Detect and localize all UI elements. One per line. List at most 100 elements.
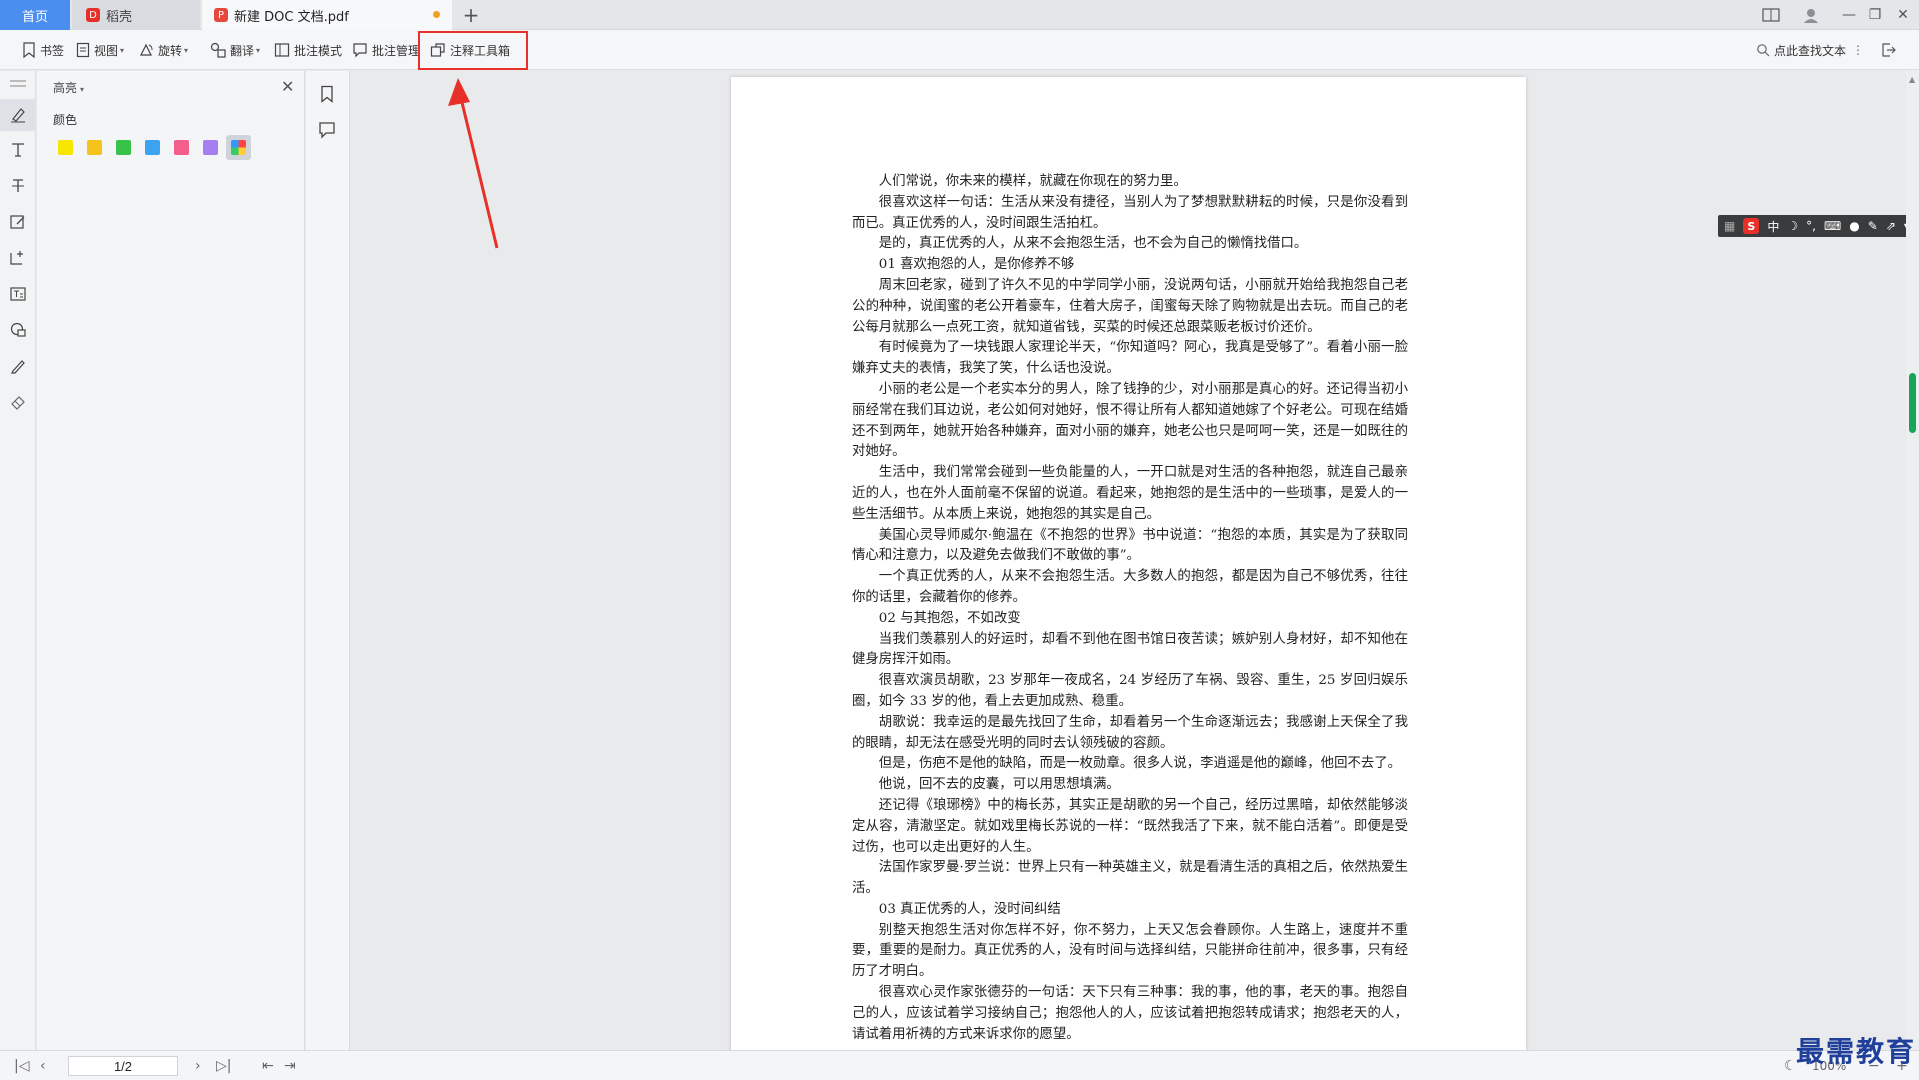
ime-keyboard-icon[interactable]: ⌨ [1824, 219, 1841, 233]
ime-punct-icon[interactable]: °, [1806, 219, 1816, 233]
color-label: 颜色 [53, 113, 78, 127]
page-text: 人们常说，你未来的模样，就藏在你现在的努力里。很喜欢这样一句话：生活从来没有捷径… [852, 172, 1408, 1045]
note-tool-icon[interactable] [8, 212, 28, 232]
ime-mode-label[interactable]: 中 [1767, 218, 1779, 235]
palette-icon [231, 140, 246, 155]
red-arrow-annotation [448, 78, 499, 249]
annotate-manage-button[interactable]: 批注管理 [352, 30, 420, 70]
vertical-scrollbar[interactable]: ▲ [1906, 71, 1919, 1050]
pen-tool-icon[interactable] [8, 356, 28, 376]
rotate-icon [140, 43, 153, 56]
paragraph: 他说，回不去的皮囊，可以用思想填满。 [878, 777, 1120, 793]
page-layout-icon[interactable] [1758, 2, 1784, 28]
panel-title-dropdown[interactable]: 高亮 ▾ [53, 79, 84, 96]
view-icon [76, 42, 90, 58]
first-page-icon[interactable]: |◁ [14, 1051, 29, 1080]
annotate-mode-icon [274, 43, 290, 57]
highlight-callout-box [418, 31, 528, 70]
back-icon[interactable]: ⇤ [262, 1051, 274, 1080]
paragraph: 还记得《琅琊榜》中的梅长苏，其实正是胡歌的另一个自己，经历过黑暗，却依然能够淡定… [852, 797, 1408, 855]
paragraph: 一个真正优秀的人，从来不会抱怨生活。大多数人的抱怨，都是因为自己不够优秀，往往你… [852, 569, 1408, 605]
close-icon[interactable]: ✕ [1890, 2, 1916, 28]
comment-icon [353, 43, 367, 58]
custom-color-button[interactable] [226, 135, 251, 160]
translate-icon [210, 42, 226, 58]
toolbar: 书签 视图 ▾ 旋转 ▾ 翻译 ▾ 批注模式 批注管理 注释工具箱 点此查找文本 ⋮ [0, 30, 1919, 70]
paragraph: 03 真正优秀的人，没时间纠结 [878, 901, 1061, 917]
sogou-logo-icon: S [1743, 218, 1760, 234]
daoke-logo-icon: D [86, 8, 100, 22]
avatar[interactable] [1798, 2, 1824, 28]
annotate-mode-button[interactable]: 批注模式 [274, 30, 342, 70]
panel-close-icon[interactable]: ✕ [281, 77, 294, 96]
tab-document[interactable]: P 新建 DOC 文档.pdf [202, 0, 452, 30]
ime-skin-icon[interactable]: ⇗ [1886, 219, 1896, 233]
restore-icon[interactable]: ❐ [1862, 2, 1888, 28]
new-tab-button[interactable]: + [458, 2, 484, 28]
ime-moon-icon[interactable]: ☽ [1787, 219, 1798, 233]
tab-daoke[interactable]: D 稻壳 [72, 0, 200, 30]
paragraph: 01 喜欢抱怨的人，是你修养不够 [878, 257, 1075, 273]
bookmark-button[interactable]: 书签 [22, 30, 64, 70]
paragraph: 是的，真正优秀的人，从来不会抱怨生活，也不会为自己的懒惰找借口。 [878, 236, 1308, 252]
color-swatch-blue[interactable] [145, 140, 160, 155]
scroll-up-icon[interactable]: ▲ [1909, 75, 1915, 84]
paragraph: 美国心灵导师威尔·鲍温在《不抱怨的世界》书中说道：“抱怨的本质，其实是为了获取同… [852, 527, 1408, 564]
paragraph: 很喜欢演员胡歌，23 岁那年一夜成名，24 岁经历了车祸、毁容、重生，25 岁回… [852, 673, 1408, 709]
minimize-icon[interactable]: — [1836, 2, 1862, 28]
paragraph: 法国作家罗曼·罗兰说：世界上只有一种英雄主义，就是看清生活的真相之后，依然热爱生… [852, 860, 1408, 897]
textbox-tool-icon[interactable] [8, 248, 28, 268]
bookmark-icon [23, 42, 35, 58]
night-mode-icon[interactable]: ☾ [1784, 1051, 1797, 1080]
text-tool-icon[interactable] [8, 140, 28, 160]
paragraph: 周末回老家，碰到了许久不见的中学同学小丽，没说两句话，小丽就开始给我抱怨自己老公… [852, 277, 1408, 335]
highlight-tool-icon[interactable] [8, 105, 28, 125]
paragraph: 人们常说，你未来的模样，就藏在你现在的努力里。 [878, 174, 1187, 189]
ime-grip-icon: ▦ [1724, 219, 1736, 233]
paragraph: 02 与其抱怨，不如改变 [878, 610, 1021, 626]
last-page-icon[interactable]: ▷| [216, 1051, 231, 1080]
scrollbar-thumb[interactable] [1909, 373, 1916, 433]
annotation-tool-rail [0, 71, 36, 1050]
prev-page-icon[interactable]: ‹ [40, 1051, 46, 1080]
stamp-text-tool-icon[interactable] [8, 284, 28, 304]
rotate-button[interactable]: 旋转 ▾ [138, 30, 188, 70]
paragraph: 别整天抱怨生活对你怎样不好，你不努力，上天又怎会眷顾你。人生路上，速度并不重要，… [852, 922, 1408, 980]
paragraph: 生活中，我们常常会碰到一些负能量的人，一开口就是对生活的各种抱怨，就连自己最亲近… [852, 465, 1408, 522]
search-icon [1757, 44, 1770, 57]
highlight-panel: 高亮 ▾ ✕ 颜色 [37, 71, 305, 1050]
more-options-icon[interactable]: ⋮ [1852, 43, 1864, 57]
ime-user-icon[interactable]: ● [1849, 219, 1859, 233]
paragraph: 很喜欢心灵作家张德芬的一句话：天下只有三种事：我的事，他的事，老天的事。抱怨自己… [852, 985, 1408, 1042]
status-bar: |◁ ‹ › ▷| ⇤ ⇥ ☾ 100% − + [0, 1050, 1919, 1080]
view-button[interactable]: 视图 ▾ [76, 30, 124, 70]
paragraph: 但是，伤疤不是他的缺陷，而是一枚勋章。很多人说，李逍遥是他的巅峰，他回不去了。 [878, 756, 1402, 772]
color-swatch-purple[interactable] [203, 140, 218, 155]
ime-toolbar[interactable]: ▦ S 中 ☽ °, ⌨ ● ✎ ⇗ ▾ [1718, 215, 1913, 237]
strikethrough-tool-icon[interactable] [8, 176, 28, 196]
side-navigation-strip [306, 71, 350, 1050]
page-number-input[interactable] [68, 1056, 178, 1076]
unsaved-dot [433, 11, 440, 18]
pdf-file-icon: P [214, 8, 228, 22]
drag-handle-icon[interactable] [10, 80, 26, 82]
shape-tool-icon[interactable] [8, 320, 28, 340]
paragraph: 小丽的老公是一个老实本分的男人，除了钱挣的少，对小丽那是真心的好。还记得当初小丽… [852, 381, 1408, 460]
forward-icon[interactable]: ⇥ [284, 1051, 296, 1080]
tab-home[interactable]: 首页 [0, 0, 70, 30]
document-viewport[interactable]: 人们常说，你未来的模样，就藏在你现在的努力里。很喜欢这样一句话：生活从来没有捷径… [351, 71, 1919, 1050]
comment-panel-icon[interactable] [318, 121, 336, 142]
translate-button[interactable]: 翻译 ▾ [210, 30, 260, 70]
bookmark-panel-icon[interactable] [319, 85, 335, 106]
color-swatch-amber[interactable] [87, 140, 102, 155]
paragraph: 很喜欢这样一句话：生活从来没有捷径，当别人为了梦想默默耕耘的时候，只是你没看到而… [852, 194, 1408, 231]
next-page-icon[interactable]: › [195, 1051, 201, 1080]
color-swatch-green[interactable] [116, 140, 131, 155]
eraser-tool-icon[interactable] [8, 392, 28, 412]
color-swatch-yellow[interactable] [58, 140, 73, 155]
pdf-page[interactable]: 人们常说，你未来的模样，就藏在你现在的努力里。很喜欢这样一句话：生活从来没有捷径… [731, 77, 1526, 1050]
color-swatch-pink[interactable] [174, 140, 189, 155]
search-text-box[interactable]: 点此查找文本 ⋮ [1756, 30, 1864, 70]
exit-icon[interactable] [1880, 30, 1900, 70]
ime-tools-icon[interactable]: ✎ [1868, 219, 1878, 233]
